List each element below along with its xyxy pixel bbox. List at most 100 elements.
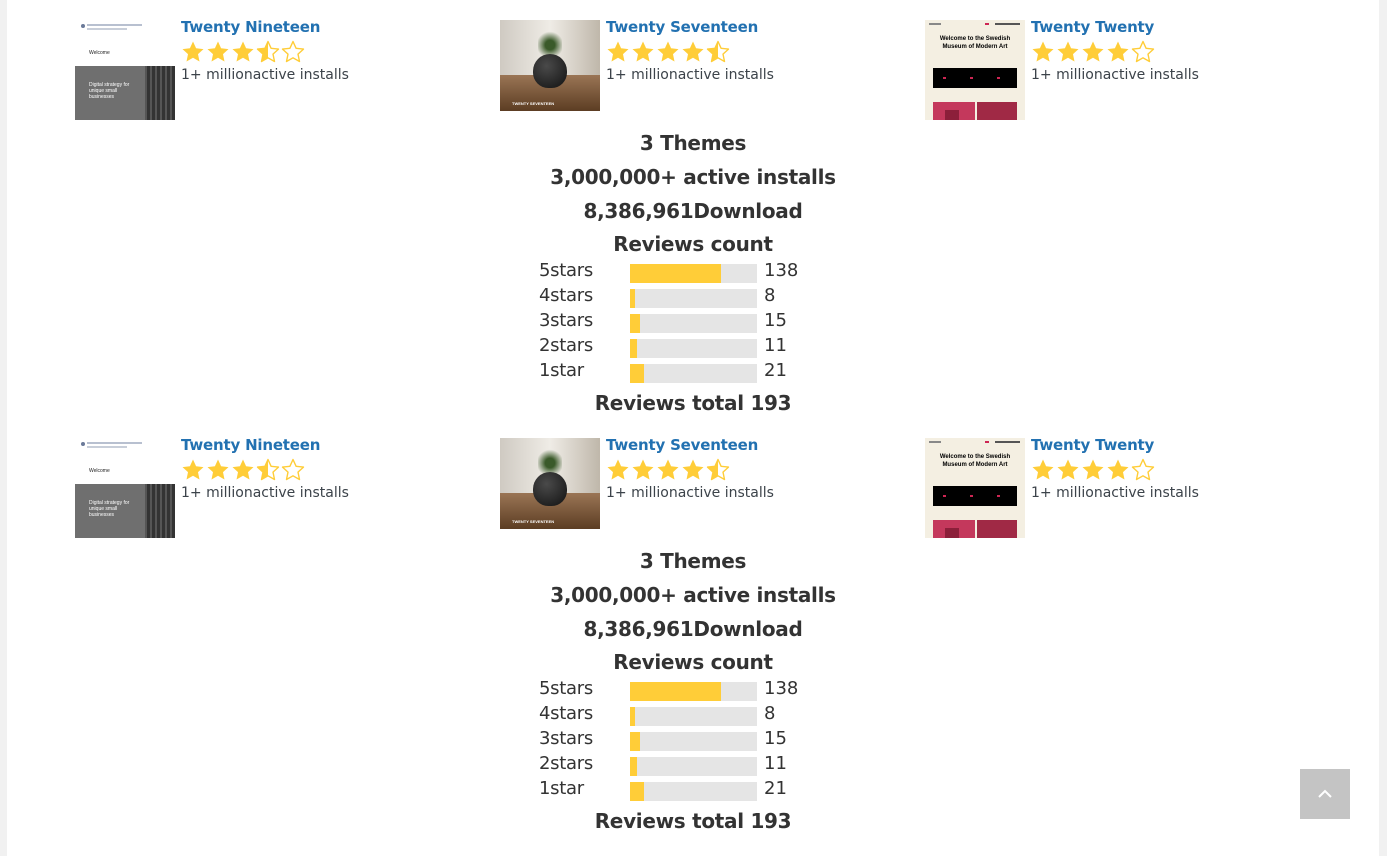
themes-count: 3 Themes [639,549,747,573]
star-rating [181,458,305,482]
review-bar [630,314,757,333]
thumb-heading: Welcome to the Swedish Museum of Modern … [939,36,1011,50]
review-row: 1star 21 [539,360,819,385]
star-filled-icon [232,41,254,62]
themes-count: 3 Themes [639,131,747,155]
theme-thumbnail[interactable]: Welcome Digital strategy for unique small… [75,20,175,120]
review-bar [630,732,757,751]
theme-thumbnail[interactable]: Welcome to the Swedish Museum of Modern … [925,438,1025,538]
theme-name-link[interactable]: Twenty Nineteen [181,436,320,454]
star-filled-icon [1057,459,1079,480]
review-label: 2stars [539,753,593,774]
reviews-count-heading: Reviews count [613,232,773,256]
star-rating [181,40,305,64]
review-label: 5stars [539,260,593,281]
active-installs: 1+ millionactive installs [1031,485,1199,501]
review-row: 2stars 11 [539,335,819,360]
star-empty-icon [281,458,305,481]
chevron-up-icon [1318,789,1332,798]
review-count: 138 [764,678,799,699]
active-installs: 1+ millionactive installs [1031,67,1199,83]
theme-name-link[interactable]: Twenty Nineteen [181,18,320,36]
star-half-icon [706,40,730,63]
theme-thumbnail[interactable]: TWENTY SEVENTEEN [500,20,600,120]
theme-thumbnail[interactable]: Welcome Digital strategy for unique small… [75,438,175,538]
total-downloads: 8,386,961Download [583,199,803,223]
thumb-title: TWENTY SEVENTEEN [512,519,555,524]
review-bar [630,264,757,283]
star-empty-icon [1131,458,1155,481]
review-count: 11 [764,335,787,356]
active-installs: 1+ millionactive installs [181,67,349,83]
theme-stats-block: Welcome Digital strategy for unique small… [7,418,1379,836]
theme-stats-block: Welcome Digital strategy for unique small… [7,0,1379,418]
star-filled-icon [1082,41,1104,62]
review-count: 8 [764,703,776,724]
total-downloads: 8,386,961Download [583,617,803,641]
review-row: 3stars 15 [539,728,819,753]
star-filled-icon [1107,41,1129,62]
review-count: 8 [764,285,776,306]
review-count: 15 [764,728,787,749]
theme-name-link[interactable]: Twenty Twenty [1031,18,1154,36]
theme-card: Welcome Digital strategy for unique small… [75,18,435,120]
star-half-icon [706,458,730,481]
star-filled-icon [1057,41,1079,62]
review-bar-fill [630,782,644,801]
review-count: 15 [764,310,787,331]
star-filled-icon [632,41,654,62]
star-rating [606,458,730,482]
star-rating [606,40,730,64]
thumb-tagline: Digital strategy for unique small busine… [89,82,130,100]
back-to-top-button[interactable] [1300,769,1350,819]
review-count: 21 [764,778,787,799]
star-filled-icon [207,459,229,480]
review-bar-fill [630,314,640,333]
review-row: 2stars 11 [539,753,819,778]
star-empty-icon [281,40,305,63]
review-bar [630,339,757,358]
theme-name-link[interactable]: Twenty Seventeen [606,436,758,454]
review-bar [630,757,757,776]
theme-name-link[interactable]: Twenty Seventeen [606,18,758,36]
review-bar-fill [630,264,721,283]
thumb-tagline: Digital strategy for unique small busine… [89,500,130,518]
review-label: 3stars [539,728,593,749]
review-label: 1star [539,360,584,381]
star-half-icon [256,40,280,63]
star-filled-icon [182,459,204,480]
star-half-icon [256,458,280,481]
star-rating [1031,40,1155,64]
review-row: 5stars 138 [539,260,819,285]
review-label: 4stars [539,285,593,306]
thumb-heading: Welcome to the Swedish Museum of Modern … [939,454,1011,468]
thumb-title: TWENTY SEVENTEEN [512,101,555,106]
theme-thumbnail[interactable]: TWENTY SEVENTEEN [500,438,600,538]
star-filled-icon [1032,41,1054,62]
review-count: 21 [764,360,787,381]
star-filled-icon [607,459,629,480]
review-label: 3stars [539,310,593,331]
review-count: 11 [764,753,787,774]
page-content: Welcome Digital strategy for unique small… [7,0,1379,856]
star-filled-icon [1082,459,1104,480]
star-filled-icon [232,459,254,480]
star-filled-icon [657,41,679,62]
theme-card: TWENTY SEVENTEEN Twenty Seventeen 1+ milli… [500,18,860,120]
review-row: 4stars 8 [539,285,819,310]
review-row: 1star 21 [539,778,819,803]
active-installs: 1+ millionactive installs [606,67,774,83]
review-bar-fill [630,339,638,358]
star-filled-icon [182,41,204,62]
active-installs: 1+ millionactive installs [181,485,349,501]
star-filled-icon [682,459,704,480]
theme-card: Welcome to the Swedish Museum of Modern … [925,18,1285,120]
review-bar-fill [630,289,636,308]
reviews-count-heading: Reviews count [613,650,773,674]
review-label: 4stars [539,703,593,724]
reviews-total: Reviews total 193 [594,809,792,833]
theme-thumbnail[interactable]: Welcome to the Swedish Museum of Modern … [925,20,1025,120]
review-bar [630,364,757,383]
theme-name-link[interactable]: Twenty Twenty [1031,436,1154,454]
review-bar-fill [630,732,640,751]
